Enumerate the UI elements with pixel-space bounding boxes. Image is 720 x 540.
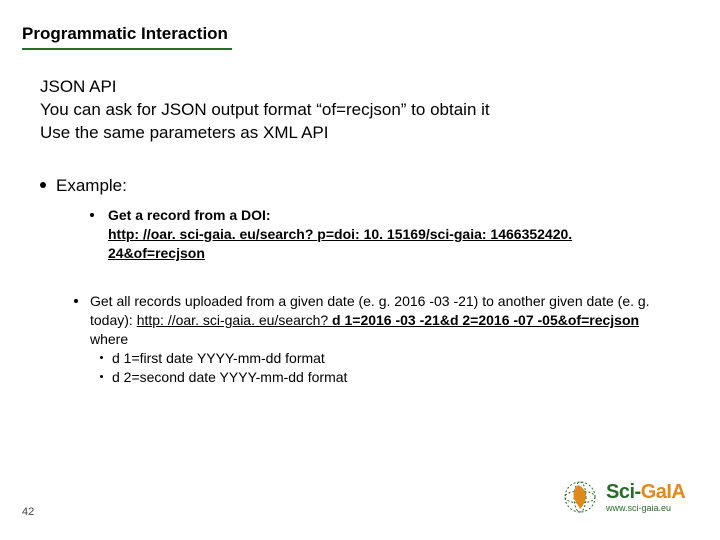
example-2-url-params[interactable]: d 1=2016 -03 -21&d 2=2016 -07 -05&of=rec… [332, 312, 639, 328]
example-2-d2: d 2=second date YYYY-mm-dd format [112, 368, 660, 387]
bullet-icon [100, 356, 103, 359]
example-heading: Example: [40, 176, 127, 196]
example-label: Example: [56, 176, 127, 195]
example-2-d1: d 1=first date YYYY-mm-dd format [112, 349, 660, 368]
example-2-url-plain[interactable]: http: //oar. sci-gaia. eu/search? [137, 312, 332, 328]
intro-block: JSON API You can ask for JSON output for… [40, 76, 680, 145]
intro-line-2: You can ask for JSON output format “of=r… [40, 99, 680, 122]
bullet-icon [40, 182, 46, 188]
example-2-where: where [90, 330, 660, 349]
footer-logo: Sci-GaIA www.sci-gaia.eu [560, 470, 700, 524]
example-2-d2-text: d 2=second date YYYY-mm-dd format [112, 369, 347, 385]
example-2-d1-text: d 1=first date YYYY-mm-dd format [112, 350, 325, 366]
logo-brand-sci: Sci- [606, 481, 641, 503]
logo-brand-gaia: GaIA [641, 481, 686, 503]
logo-text: Sci-GaIA www.sci-gaia.eu [606, 482, 685, 513]
intro-line-1: JSON API [40, 76, 680, 99]
slide-title: Programmatic Interaction [22, 24, 228, 44]
bullet-icon [74, 299, 78, 303]
page-number: 42 [22, 506, 34, 518]
example-1-url-plain[interactable]: http: //oar. sci-gaia. eu/search? [108, 226, 317, 242]
bullet-icon [100, 375, 103, 378]
example-2: Get all records uploaded from a given da… [90, 292, 660, 386]
example-1: Get a record from a DOI: http: //oar. sc… [108, 206, 650, 263]
bullet-icon [90, 213, 94, 217]
example-1-lead: Get a record from a DOI: [108, 207, 271, 223]
logo-url: www.sci-gaia.eu [606, 504, 685, 513]
globe-icon [560, 477, 600, 517]
title-underline [22, 48, 232, 50]
intro-line-3: Use the same parameters as XML API [40, 122, 680, 145]
